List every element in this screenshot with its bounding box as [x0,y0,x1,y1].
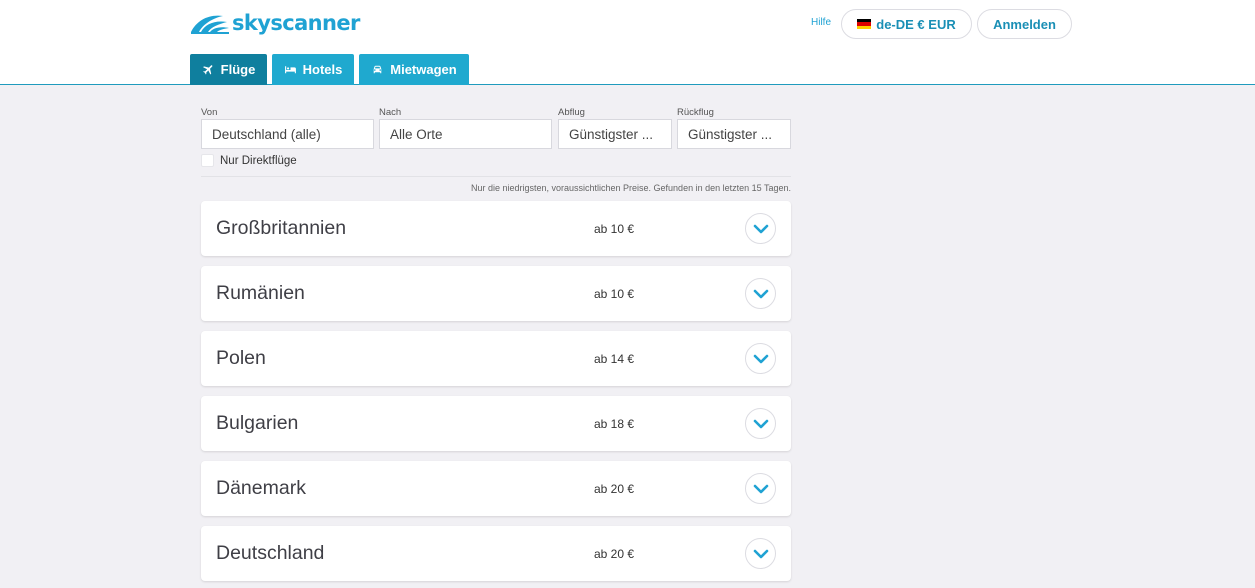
expand-button[interactable] [745,538,776,569]
locale-label: de-DE € EUR [876,16,956,32]
header: skyscanner Hilfe de-DE € EUR Anmelden Fl… [0,0,1255,85]
result-row[interactable]: Dänemark ab 20 € [201,461,791,516]
expand-button[interactable] [745,278,776,309]
return-label: Rückflug [677,107,714,118]
skyscanner-logo[interactable]: skyscanner [189,8,360,38]
tab-car-rental[interactable]: Mietwagen [359,54,469,85]
result-row[interactable]: Polen ab 14 € [201,331,791,386]
expand-button[interactable] [745,213,776,244]
depart-label: Abflug [558,107,585,118]
help-link[interactable]: Hilfe [811,17,831,28]
result-row[interactable]: Deutschland ab 20 € [201,526,791,581]
tab-car-rental-label: Mietwagen [390,62,457,77]
tab-flights-label: Flüge [220,62,256,77]
direct-flights-option[interactable]: Nur Direktflüge [201,154,297,167]
locale-currency-button[interactable]: de-DE € EUR [841,9,972,39]
expand-button[interactable] [745,343,776,374]
tab-hotels-label: Hotels [302,62,343,77]
return-date-field[interactable]: Günstigster ... [677,119,791,149]
destination-name: Bulgarien [216,412,299,434]
destination-price: ab 18 € [594,416,635,431]
expand-button[interactable] [745,473,776,504]
sunrise-logo-icon [191,15,229,34]
tab-hotels[interactable]: Hotels [272,54,354,85]
destination-name: Dänemark [216,477,306,499]
destination-price: ab 14 € [594,351,635,366]
destination-name: Großbritannien [216,217,347,239]
germany-flag-icon [857,19,872,29]
result-row[interactable]: Großbritannien ab 10 € [201,201,791,256]
result-row[interactable]: Rumänien ab 10 € [201,266,791,321]
destination-price: ab 10 € [594,286,635,301]
direct-flights-label: Nur Direktflüge [220,154,297,167]
expand-button[interactable] [745,408,776,439]
plane-icon [202,65,213,75]
destination-price: ab 20 € [594,481,635,496]
destination-name: Rumänien [216,282,305,304]
from-field[interactable]: Deutschland (alle) [201,119,374,149]
price-note: Nur die niedrigsten, voraussichtlichen P… [470,183,791,193]
chevron-down-icon [753,354,768,363]
logo-text: skyscanner [232,11,360,35]
login-button[interactable]: Anmelden [977,9,1072,39]
divider [201,176,791,177]
destination-price: ab 20 € [594,546,635,561]
from-label: Von [201,107,218,118]
to-label: Nach [379,107,402,118]
chevron-down-icon [753,549,768,558]
to-field[interactable]: Alle Orte [379,119,552,149]
car-icon [373,65,382,74]
result-row[interactable]: Bulgarien ab 18 € [201,396,791,451]
chevron-down-icon [753,224,768,233]
chevron-down-icon [753,289,768,298]
destination-price: ab 10 € [594,221,635,236]
depart-date-field[interactable]: Günstigster ... [558,119,672,149]
tab-flights[interactable]: Flüge [190,54,267,85]
bed-icon [284,66,296,74]
destination-name: Deutschland [216,542,325,564]
destination-name: Polen [216,347,266,369]
direct-flights-checkbox[interactable] [201,154,214,167]
chevron-down-icon [753,419,768,428]
chevron-down-icon [753,484,768,493]
